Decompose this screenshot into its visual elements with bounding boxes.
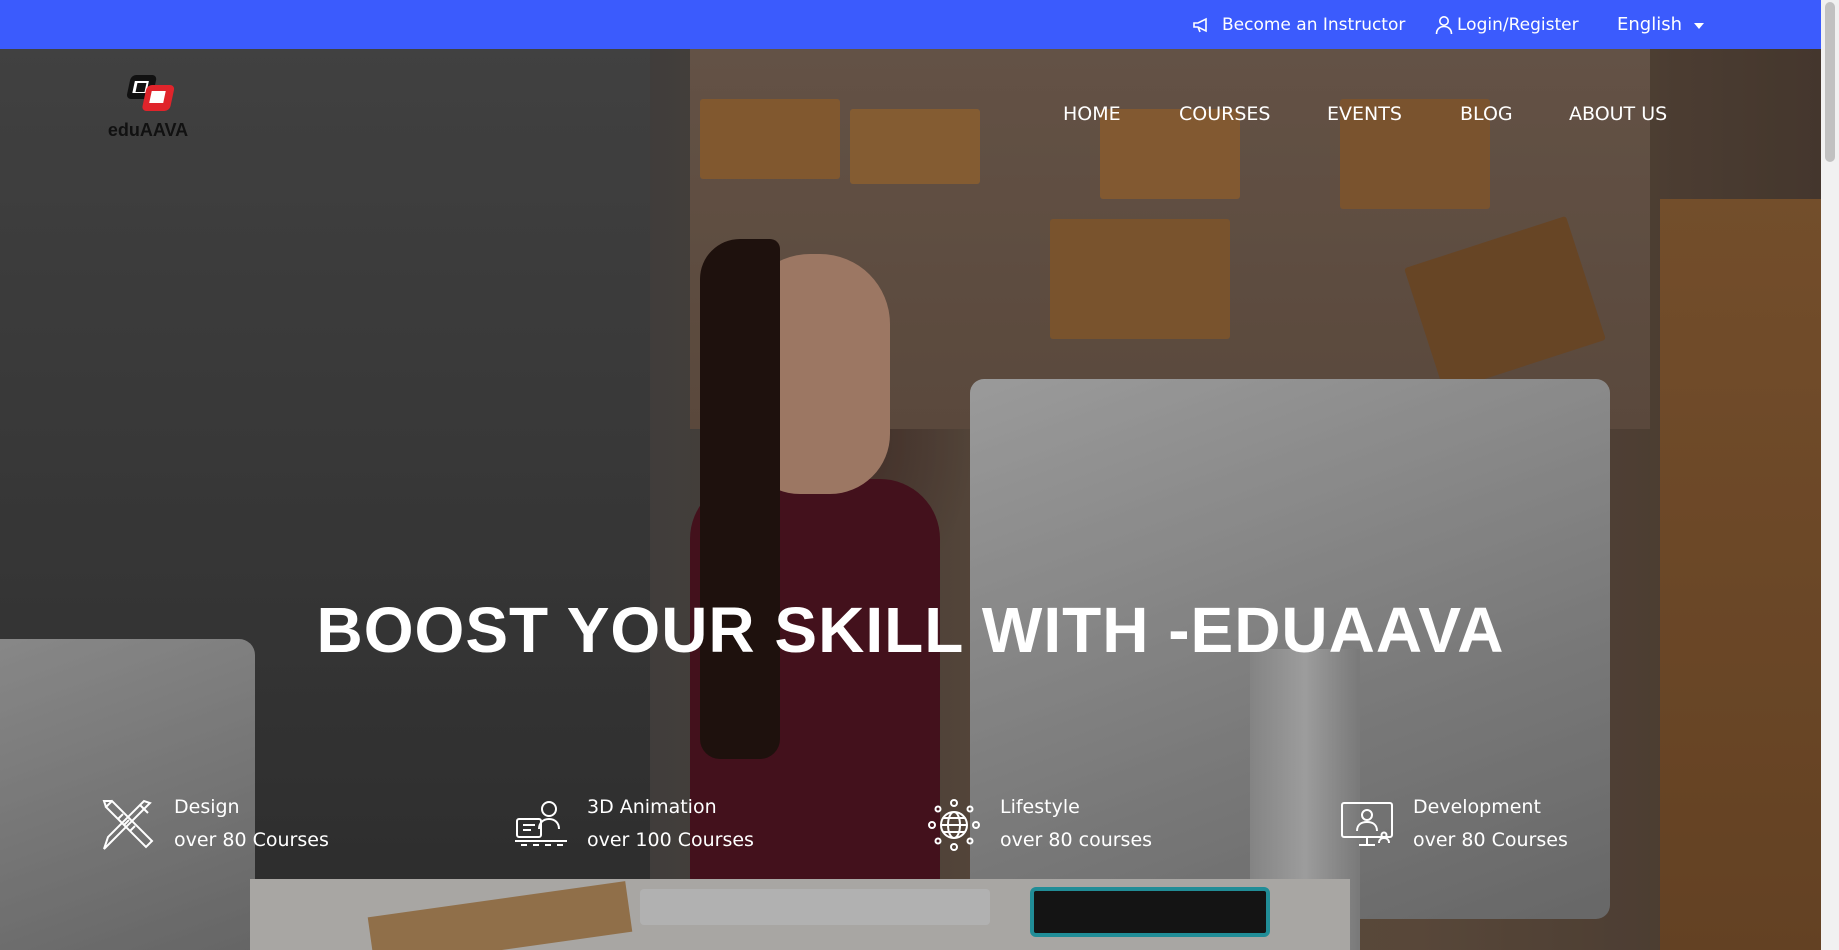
hero-headline: BOOST YOUR SKILL WITH -EDUAAVA <box>316 594 1505 666</box>
design-tools-icon <box>100 797 156 853</box>
logo-text: eduAAVA <box>107 120 189 140</box>
language-selector[interactable]: English <box>1617 0 1704 49</box>
language-label: English <box>1617 14 1682 35</box>
nav-about-us[interactable]: ABOUT US <box>1569 98 1667 130</box>
user-icon <box>1435 15 1453 35</box>
category-title: 3D Animation <box>587 796 717 818</box>
scrollbar-thumb[interactable] <box>1825 2 1835 162</box>
nav-courses[interactable]: COURSES <box>1179 98 1270 130</box>
category-count: over 100 Courses <box>587 829 754 851</box>
page-scrollbar[interactable] <box>1821 0 1839 950</box>
become-instructor-label: Become an Instructor <box>1222 14 1406 35</box>
nav-events[interactable]: EVENTS <box>1327 98 1402 130</box>
category-lifestyle[interactable]: Lifestyle over 80 courses <box>926 791 1152 861</box>
top-bar: Become an Instructor Login/Register Engl… <box>0 0 1821 49</box>
logo-mark-icon <box>126 75 175 111</box>
login-register-link[interactable]: Login/Register <box>1435 0 1579 49</box>
category-title: Design <box>174 796 240 818</box>
category-count: over 80 courses <box>1000 829 1153 851</box>
globe-network-icon <box>926 797 982 853</box>
chevron-down-icon <box>1694 22 1704 29</box>
nav-blog[interactable]: BLOG <box>1460 98 1513 130</box>
megaphone-icon <box>1192 16 1212 34</box>
category-design[interactable]: Design over 80 Courses <box>100 791 329 861</box>
developer-monitor-icon <box>1339 797 1395 853</box>
category-development[interactable]: Development over 80 Courses <box>1339 791 1568 861</box>
category-count: over 80 Courses <box>1413 829 1568 851</box>
login-register-label: Login/Register <box>1457 14 1579 35</box>
category-title: Lifestyle <box>1000 796 1080 818</box>
become-instructor-link[interactable]: Become an Instructor <box>1192 0 1405 49</box>
animator-icon <box>513 797 569 853</box>
category-3d-animation[interactable]: 3D Animation over 100 Courses <box>513 791 754 861</box>
nav-home[interactable]: HOME <box>1063 98 1121 130</box>
category-count: over 80 Courses <box>174 829 329 851</box>
eduaava-logo[interactable]: eduAAVA <box>100 71 196 141</box>
category-title: Development <box>1413 796 1541 818</box>
